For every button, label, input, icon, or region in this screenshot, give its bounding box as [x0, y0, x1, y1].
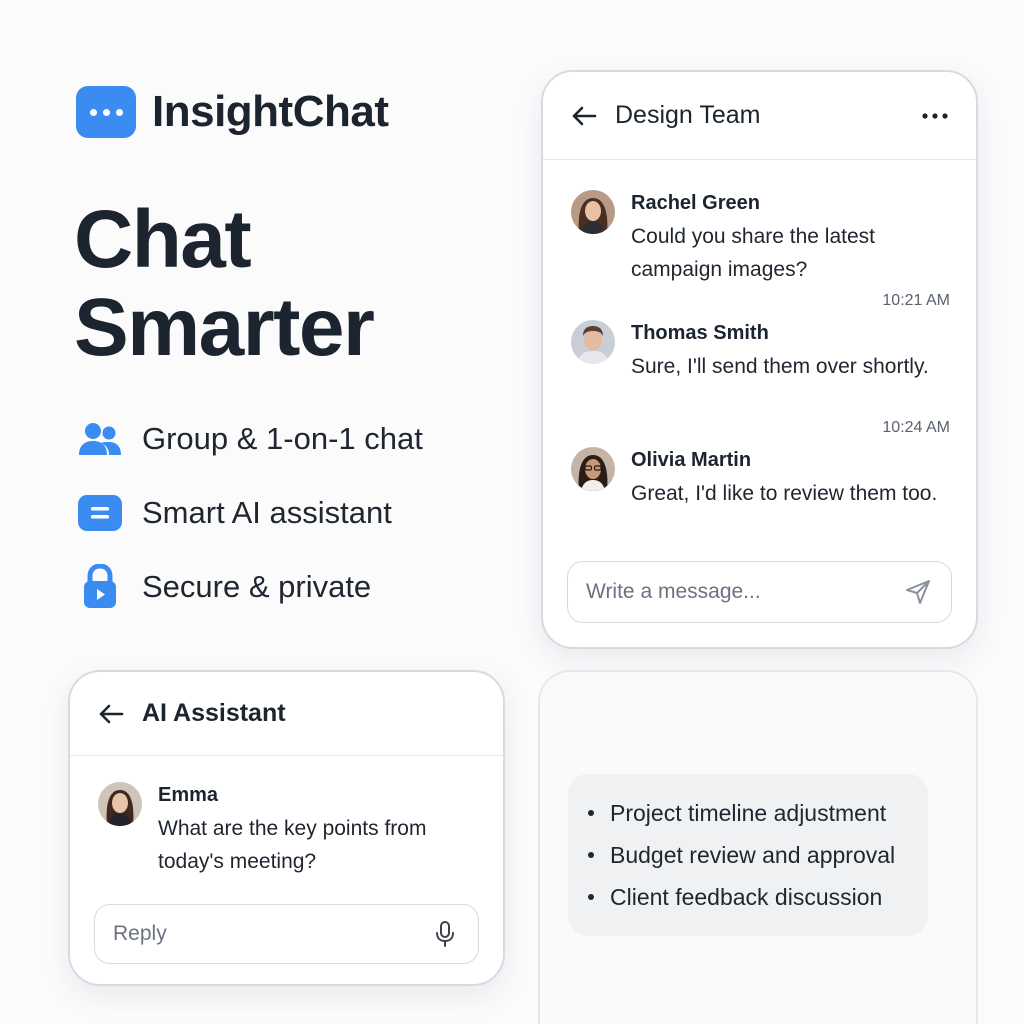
- message-text: Great, I'd like to review them too.: [631, 482, 938, 505]
- reply-composer: [94, 904, 479, 964]
- message-text: Could you share the latest campaign imag…: [631, 225, 875, 281]
- chat-message: Rachel Green Could you share the latest …: [571, 190, 950, 286]
- message-time: 10:21 AM: [882, 292, 950, 309]
- send-icon[interactable]: [903, 577, 933, 607]
- summary-item-text: Client feedback discussion: [610, 883, 883, 910]
- team-chat-card: Design Team Rachel Green Could you share…: [541, 70, 978, 649]
- headline-line-1: Chat: [74, 194, 252, 285]
- reply-input[interactable]: [113, 922, 430, 946]
- message-input[interactable]: [586, 580, 903, 604]
- meeting-summary-card: Project timeline adjustment Budget revie…: [538, 670, 978, 1024]
- sender-name: Thomas Smith: [631, 322, 769, 344]
- back-arrow-icon[interactable]: [96, 699, 126, 729]
- summary-item-text: Project timeline adjustment: [610, 799, 887, 826]
- message-text: What are the key points from today's mee…: [158, 817, 427, 873]
- feature-list: Group & 1-on-1 chat Smart AI assistant S…: [76, 414, 423, 612]
- bullet-icon: [588, 852, 594, 858]
- feature-item: Smart AI assistant: [76, 488, 423, 538]
- message-time: 10:24 AM: [882, 419, 950, 436]
- feature-label: Smart AI assistant: [142, 495, 392, 530]
- sender-name: Olivia Martin: [631, 449, 752, 471]
- summary-list: Project timeline adjustment Budget revie…: [568, 774, 928, 936]
- microphone-icon[interactable]: [430, 919, 460, 949]
- feature-item: Group & 1-on-1 chat: [76, 414, 423, 464]
- avatar: [98, 782, 142, 826]
- avatar: [571, 447, 615, 491]
- chat-message: 10:24 AM Olivia Martin Great, I'd like t…: [571, 419, 950, 510]
- sender-name: Rachel Green: [631, 192, 760, 214]
- chat-title: Design Team: [615, 101, 761, 129]
- avatar: [571, 320, 615, 364]
- summary-item: Project timeline adjustment: [588, 792, 908, 834]
- chat-header: Design Team: [543, 72, 976, 160]
- ai-assistant-card: AI Assistant Emma What are the key point…: [68, 670, 505, 986]
- summary-item: Budget review and approval: [588, 834, 908, 876]
- summary-item-text: Budget review and approval: [610, 841, 896, 868]
- more-options-icon[interactable]: [920, 101, 950, 131]
- headline-line-2: Smarter: [74, 282, 375, 373]
- message-composer: [567, 561, 952, 623]
- back-arrow-icon[interactable]: [569, 101, 599, 131]
- users-icon: [76, 415, 124, 463]
- feature-item: Secure & private: [76, 562, 423, 612]
- headline: Chat Smarter: [74, 196, 494, 372]
- lock-icon: [76, 563, 124, 611]
- summary-item: Client feedback discussion: [588, 876, 908, 918]
- chat-message: Emma What are the key points from today'…: [98, 782, 477, 878]
- avatar: [571, 190, 615, 234]
- feature-label: Secure & private: [142, 569, 372, 604]
- sender-name: Emma: [158, 784, 219, 806]
- brand: InsightChat: [76, 86, 389, 138]
- brand-name: InsightChat: [152, 87, 389, 136]
- chat-bubble-icon: [76, 86, 136, 138]
- feature-label: Group & 1-on-1 chat: [142, 421, 423, 456]
- bullet-icon: [588, 810, 594, 816]
- chat-message: 10:21 AM Thomas Smith Sure, I'll send th…: [571, 292, 950, 383]
- chat-title: AI Assistant: [142, 699, 286, 727]
- bullet-icon: [588, 894, 594, 900]
- chat-header: AI Assistant: [70, 672, 503, 756]
- message-icon: [76, 489, 124, 537]
- message-text: Sure, I'll send them over shortly.: [631, 355, 929, 378]
